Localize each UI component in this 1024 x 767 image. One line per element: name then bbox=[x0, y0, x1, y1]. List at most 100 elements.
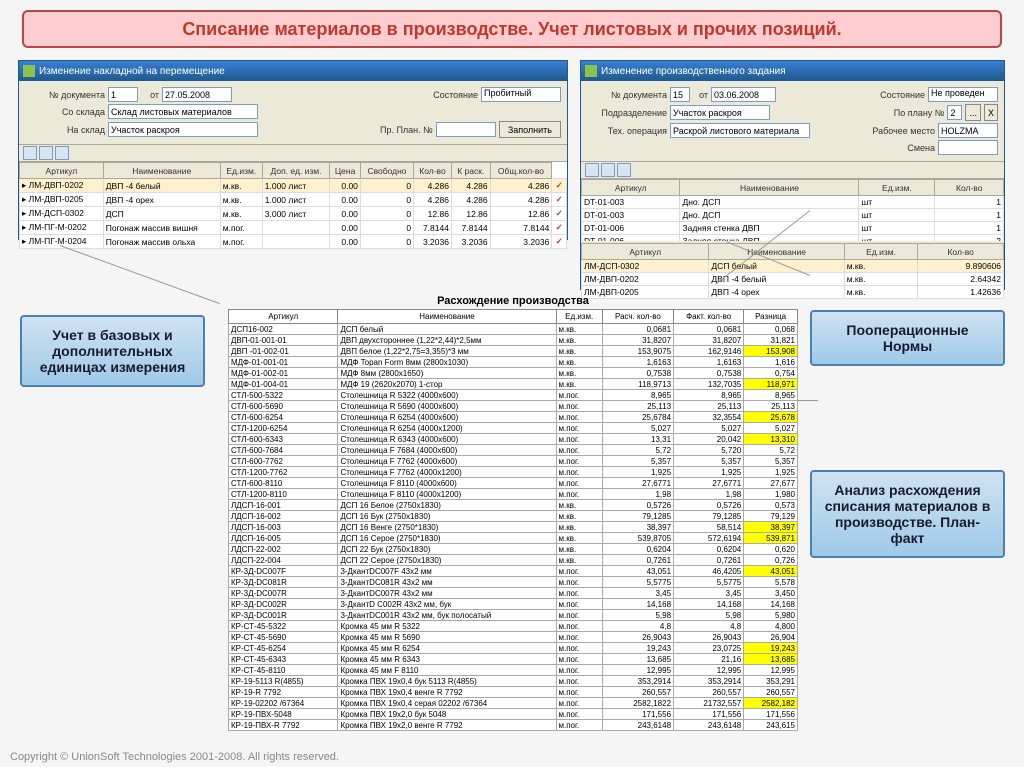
col-header[interactable]: Артикул bbox=[20, 163, 104, 179]
tool-icon[interactable] bbox=[55, 146, 69, 160]
col-header[interactable]: Ед.изм. bbox=[556, 310, 602, 324]
col-header[interactable]: Факт. кол-во bbox=[674, 310, 744, 324]
table-row[interactable]: КР-3Д-DC002R3-ДкантD C002R 43x2 мм, букм… bbox=[229, 599, 798, 610]
table-row[interactable]: ЛДСП-16-001ДСП 16 Белое (2750x1830)м.кв.… bbox=[229, 500, 798, 511]
window-prod-task: Изменение производственного задания № до… bbox=[580, 60, 1005, 290]
table-row[interactable]: МДФ-01-004-01МДФ 19 (2620x2070) 1-сторм.… bbox=[229, 379, 798, 390]
table-row[interactable]: КР-19-ПВХ-5048Кромка ПВХ 19x2,0 бук 5048… bbox=[229, 709, 798, 720]
dept-input[interactable] bbox=[670, 105, 770, 120]
fill-button[interactable]: Заполнить bbox=[499, 121, 561, 138]
table-row[interactable]: СТЛ-600-6254Столешница R 6254 (4000x600)… bbox=[229, 412, 798, 423]
table-row[interactable]: КР-3Д-DC007F3-ДкантDC007F 43x2 ммм.пог.4… bbox=[229, 566, 798, 577]
col-header[interactable]: Артикул bbox=[229, 310, 338, 324]
table-row[interactable]: КР-СТ-45-5690Кромка 45 мм R 5690м.пог.26… bbox=[229, 632, 798, 643]
table-row[interactable]: СТЛ-600-5690Столешница R 5690 (4000x600)… bbox=[229, 401, 798, 412]
col-header[interactable]: Кол-во bbox=[414, 163, 452, 179]
table-row[interactable]: КР-19-ПВХ-R 7792Кромка ПВХ 19x2,0 венге … bbox=[229, 720, 798, 731]
table-row[interactable]: МДФ-01-001-01МДФ Topan Form 8мм (2800x10… bbox=[229, 357, 798, 368]
col-header[interactable]: Наименование bbox=[103, 163, 220, 179]
input-grid[interactable]: АртикулНаименованиеЕд.изм.Кол-воЛМ-ДСП-0… bbox=[581, 243, 1004, 299]
col-header[interactable]: Ед.изм. bbox=[844, 244, 918, 260]
col-header[interactable]: К раск. bbox=[451, 163, 490, 179]
col-header[interactable]: Разница bbox=[744, 310, 798, 324]
table-row[interactable]: ▸ ЛМ-ПГ-М-0202Погонаж массив вишням.пог.… bbox=[20, 221, 567, 235]
tool-icon[interactable] bbox=[601, 163, 615, 177]
table-row[interactable]: СТЛ-500-5322Столешница R 5322 (4000x600)… bbox=[229, 390, 798, 401]
plan-input[interactable] bbox=[436, 122, 496, 137]
tool-icon[interactable] bbox=[39, 146, 53, 160]
col-header[interactable]: Доп. ед. изм. bbox=[262, 163, 330, 179]
place-input[interactable] bbox=[938, 123, 998, 138]
col-header[interactable]: Артикул bbox=[582, 244, 709, 260]
table-row[interactable]: КР-3Д-DC081R3-ДкантDC081R 43x2 ммм.пог.5… bbox=[229, 577, 798, 588]
date-input[interactable] bbox=[711, 87, 776, 102]
col-header[interactable]: Цена bbox=[330, 163, 361, 179]
tool-icon[interactable] bbox=[617, 163, 631, 177]
table-row[interactable]: ДВП-01-001-01ДВП двухстороннее (1,22*2,4… bbox=[229, 335, 798, 346]
table-row[interactable]: КР-3Д-DC007R3-ДкантDC007R 43x2 ммм.пог.3… bbox=[229, 588, 798, 599]
table-row[interactable]: СТЛ-600-8110Столешница F 8110 (4000x600)… bbox=[229, 478, 798, 489]
table-row[interactable]: ▸ ЛМ-ДВП-0202ДВП -4 белыйм.кв.1.000 лист… bbox=[20, 179, 567, 193]
output-grid[interactable]: АртикулНаименованиеЕд.изм.Кол-воDT-01-00… bbox=[581, 179, 1004, 241]
tool-icon[interactable] bbox=[23, 146, 37, 160]
plan-x-button[interactable]: X bbox=[984, 104, 998, 121]
table-row[interactable]: ЛМ-ДСП-0302ДСП белыйм.кв.9.890606 bbox=[582, 260, 1004, 273]
table-row[interactable]: КР-19-02202 /67364Кромка ПВХ 19x0,4 сера… bbox=[229, 698, 798, 709]
table-row[interactable]: ЛДСП-16-005ДСП 16 Серое (2750*1830)м.кв.… bbox=[229, 533, 798, 544]
table-row[interactable]: СТЛ-1200-7762Столешница F 7762 (4000x120… bbox=[229, 467, 798, 478]
table-row[interactable]: СТЛ-1200-8110Столешница F 8110 (4000x120… bbox=[229, 489, 798, 500]
materials-grid[interactable]: АртикулНаименованиеЕд.изм.Доп. ед. изм.Ц… bbox=[19, 162, 567, 249]
table-row[interactable]: МДФ-01-002-01МДФ 8мм (2800x1650)м.кв.0,7… bbox=[229, 368, 798, 379]
shift-input[interactable] bbox=[938, 140, 998, 155]
doc-no-input[interactable] bbox=[670, 87, 690, 102]
table-row[interactable]: КР-СТ-45-8110Кромка 45 мм F 8110м.пог.12… bbox=[229, 665, 798, 676]
table-row[interactable]: ДСП16-002ДСП белыйм.кв.0,06810,06810,068 bbox=[229, 324, 798, 335]
col-header[interactable]: Наименование bbox=[709, 244, 844, 260]
table-row[interactable]: ЛДСП-16-002ДСП 16 Бук (2750x1830)м.кв.79… bbox=[229, 511, 798, 522]
table-row[interactable]: ▸ ЛМ-ДВП-0205ДВП -4 орехм.кв.1.000 лист0… bbox=[20, 193, 567, 207]
table-row[interactable]: ЛДСП-22-004ДСП 22 Серое (2750x1830)м.кв.… bbox=[229, 555, 798, 566]
plan-clear-button[interactable]: ... bbox=[965, 104, 981, 121]
col-header[interactable]: Кол-во bbox=[935, 180, 1004, 196]
table-row[interactable]: ЛМ-ДВП-0202ДВП -4 белыйм.кв.2.64342 bbox=[582, 273, 1004, 286]
col-header[interactable]: Наименование bbox=[680, 180, 859, 196]
table-row[interactable]: СТЛ-600-7762Столешница F 7762 (4000x600)… bbox=[229, 456, 798, 467]
table-row[interactable]: ЛДСП-22-002ДСП 22 Бук (2750x1830)м.кв.0,… bbox=[229, 544, 798, 555]
discrepancy-table[interactable]: АртикулНаименованиеЕд.изм.Расч. кол-воФа… bbox=[228, 309, 798, 731]
to-wh-input[interactable] bbox=[108, 122, 258, 137]
table-row[interactable]: ▸ ЛМ-ПГ-М-0204Погонаж массив ольхам.пог.… bbox=[20, 235, 567, 249]
table-row[interactable]: КР-СТ-45-6254Кромка 45 мм R 6254м.пог.19… bbox=[229, 643, 798, 654]
titlebar[interactable]: Изменение производственного задания bbox=[581, 61, 1004, 81]
op-label: Тех. операция bbox=[587, 126, 667, 136]
from-wh-input[interactable] bbox=[108, 104, 258, 119]
col-header[interactable]: Расч. кол-во bbox=[602, 310, 673, 324]
col-header[interactable]: Наименование bbox=[338, 310, 556, 324]
col-header[interactable]: Артикул bbox=[582, 180, 680, 196]
table-row[interactable]: СТЛ-1200-6254Столешница R 6254 (4000x120… bbox=[229, 423, 798, 434]
table-row[interactable]: DT-01-003Дно. ДСПшт1 bbox=[582, 209, 1004, 222]
col-header[interactable]: Общ.кол-во bbox=[490, 163, 552, 179]
table-row[interactable]: DT-01-003Дно. ДСПшт1 bbox=[582, 196, 1004, 209]
table-row[interactable]: КР-3Д-DC001R3-ДкантDC001R 43x2 мм, бук п… bbox=[229, 610, 798, 621]
plan2-input[interactable] bbox=[947, 105, 962, 120]
date-input[interactable] bbox=[162, 87, 232, 102]
col-header[interactable]: Кол-во bbox=[918, 244, 1004, 260]
op-input[interactable] bbox=[670, 123, 810, 138]
table-row[interactable]: ЛДСП-16-003ДСП 16 Венге (2750*1830)м.кв.… bbox=[229, 522, 798, 533]
copyright: Copyright © UnionSoft Technologies 2001-… bbox=[10, 751, 339, 763]
col-header[interactable]: Свободно bbox=[360, 163, 413, 179]
table-row[interactable]: СТЛ-600-7684Столешница F 7684 (4000x600)… bbox=[229, 445, 798, 456]
col-header[interactable]: Ед.изм. bbox=[220, 163, 262, 179]
table-row[interactable]: КР-СТ-45-5322Кромка 45 мм R 5322м.пог.4,… bbox=[229, 621, 798, 632]
doc-no-input[interactable] bbox=[108, 87, 138, 102]
table-row[interactable]: КР-19-R 7792Кромка ПВХ 19x0,4 венге R 77… bbox=[229, 687, 798, 698]
tool-icon[interactable] bbox=[585, 163, 599, 177]
table-row[interactable]: КР-19-5113 R(4855)Кромка ПВХ 19x0,4 бук … bbox=[229, 676, 798, 687]
table-row[interactable]: КР-СТ-45-6343Кромка 45 мм R 6343м.пог.13… bbox=[229, 654, 798, 665]
titlebar[interactable]: Изменение накладной на перемещение bbox=[19, 61, 567, 81]
table-row[interactable]: ▸ ЛМ-ДСП-0302ДСПм.кв.3.000 лист0.00012.8… bbox=[20, 207, 567, 221]
table-row[interactable]: ДВП -01-002-01ДВП белое (1,22*2,75=3,355… bbox=[229, 346, 798, 357]
table-row[interactable]: DT-01-006Задняя стенка ДВПшт2 bbox=[582, 235, 1004, 242]
table-row[interactable]: СТЛ-600-6343Столешница R 6343 (4000x600)… bbox=[229, 434, 798, 445]
col-header[interactable]: Ед.изм. bbox=[859, 180, 935, 196]
